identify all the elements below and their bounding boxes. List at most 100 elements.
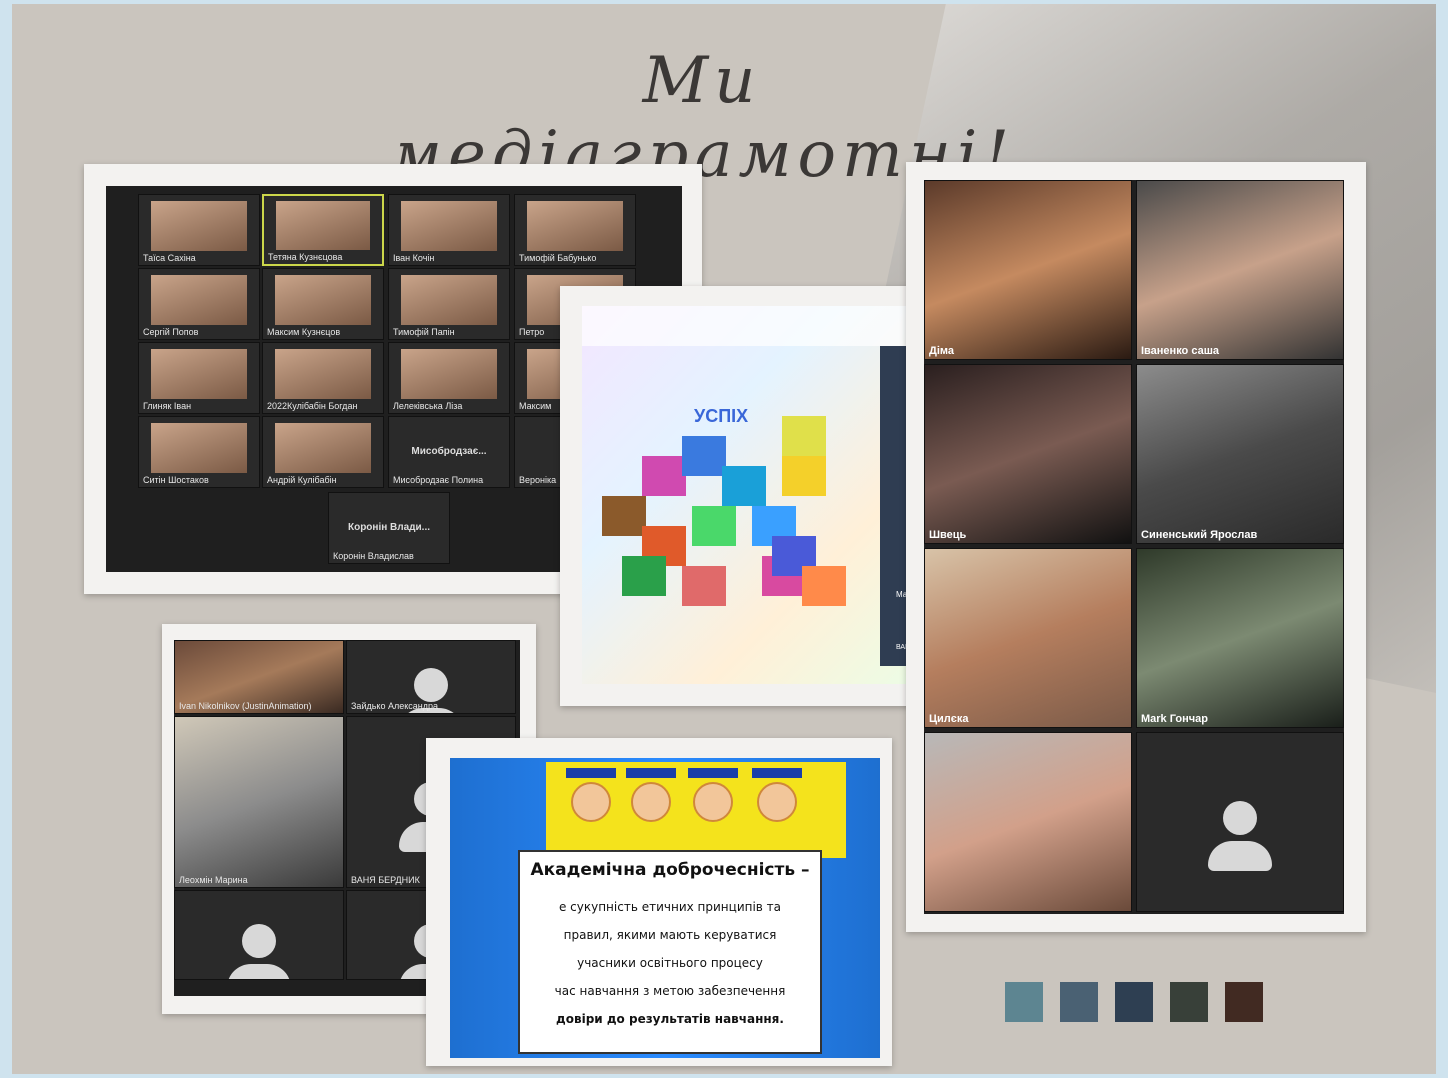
participant-video [401, 200, 497, 251]
right-video-card: Діма Іваненко саша Швець Синенський Ярослав… [906, 162, 1366, 932]
video-tile [1136, 732, 1344, 912]
video-tile: Мисобродзає... Мисобродзає Полина [388, 416, 510, 488]
avatar-placeholder-icon [227, 924, 291, 979]
tile-name-center: Мисобродзає... [411, 446, 487, 458]
word-cube [682, 436, 726, 476]
participant-name: Синенський Ярослав [1141, 529, 1258, 541]
participant-video [151, 422, 247, 473]
participant-name: Ivan Nikolnikov (JustinAnimation) [179, 701, 312, 711]
video-tile: Леохмін Марина [174, 716, 344, 888]
participant-name: Сергій Попов [143, 327, 199, 337]
palette-swatch [1060, 982, 1098, 1022]
participant-video [275, 422, 371, 473]
palette-swatch [1170, 982, 1208, 1022]
participant-name: Ситін Шостаков [143, 475, 209, 485]
participant-name: Тетяна Кузнєцова [268, 252, 343, 262]
video-tile: Тимофій Бабунько [514, 194, 636, 266]
word-cube [692, 506, 736, 546]
participant-name: Леохмін Марина [179, 875, 248, 885]
participant-video [401, 348, 497, 399]
participant-video [925, 181, 1131, 359]
video-tile: Тимофій Папін [388, 268, 510, 340]
video-tile: Лелеківська Ліза [388, 342, 510, 414]
video-tile: Цилєка [924, 548, 1132, 728]
participant-name: Максим Кузнєцов [267, 327, 341, 337]
palette-swatch [1005, 982, 1043, 1022]
video-tile: Діма [924, 180, 1132, 360]
video-tile: Ivan Nikolnikov (JustinAnimation) [174, 640, 344, 714]
participant-name: Зайдько Александра [351, 701, 438, 711]
graduate-figure [626, 768, 676, 838]
participant-video [1137, 549, 1343, 727]
participant-video [275, 348, 371, 399]
video-tile [924, 732, 1132, 912]
poster-line-5: довіри до результатів навчання. [556, 1012, 784, 1026]
word-cube [642, 456, 686, 496]
word-cube [602, 496, 646, 536]
word-cube [782, 456, 826, 496]
participant-video [527, 200, 623, 251]
video-tile: Синенський Ярослав [1136, 364, 1344, 544]
video-tile [174, 890, 344, 980]
video-tile: 2022Кулібабін Богдан [262, 342, 384, 414]
poster-heading: Академічна доброчесність – [530, 860, 810, 880]
video-tile: Швець [924, 364, 1132, 544]
poster-line-2: правил, якими мають керуватися [563, 928, 777, 942]
palette-swatch [1225, 982, 1263, 1022]
video-tile: Сергій Попов [138, 268, 260, 340]
poster-line-4: час навчання з метою забезпечення [554, 984, 786, 998]
video-tile: Іван Кочін [388, 194, 510, 266]
poster-textbox: Академічна доброчесність – е сукупність … [518, 850, 822, 1054]
video-tile: Тетяна Кузнєцова [262, 194, 384, 266]
participant-name: Глиняк Іван [143, 401, 192, 411]
video-tile: Глиняк Іван [138, 342, 260, 414]
poster-card: Академічна доброчесність – е сукупність … [426, 738, 892, 1066]
video-tile: Андрій Кулібабін [262, 416, 384, 488]
poster-line-1: е сукупність етичних принципів та [558, 900, 782, 914]
video-tile: Ситін Шостаков [138, 416, 260, 488]
video-tile: Таїса Сахіна [138, 194, 260, 266]
participant-name: Швець [929, 529, 967, 541]
graduate-figure [566, 768, 616, 838]
participant-name: Діма [929, 345, 955, 357]
participant-name: Коронін Владислав [333, 551, 414, 561]
participant-name: Мисобродзає Полина [393, 475, 484, 485]
participant-name: Таїса Сахіна [143, 253, 196, 263]
graduate-figure [752, 768, 802, 838]
participant-video [151, 200, 247, 251]
participant-video [275, 274, 371, 325]
board-toolbar [582, 306, 958, 346]
participant-video [925, 733, 1131, 911]
video-tile: Іваненко саша [1136, 180, 1344, 360]
video-tile: Зайдько Александра [346, 640, 516, 714]
video-tile: Mark Гончар [1136, 548, 1344, 728]
participant-name: Тимофій Папін [393, 327, 455, 337]
word-cube [782, 416, 826, 456]
video-tile: Максим Кузнєцов [262, 268, 384, 340]
participant-name: Андрій Кулібабін [267, 475, 337, 485]
participant-video [275, 201, 371, 251]
participant-video [151, 274, 247, 325]
participant-video [1137, 181, 1343, 359]
participant-name: Тимофій Бабунько [519, 253, 597, 263]
success-word: УСПІХ [694, 406, 749, 426]
palette-swatch [1115, 982, 1153, 1022]
collage-board: Ми медіаграмотні! Таїса Сахіна Тетяна Куз… [12, 4, 1436, 1074]
participant-video [175, 717, 343, 887]
word-cube [622, 556, 666, 596]
tile-name-center: Коронін Влади... [347, 522, 431, 534]
word-cube [682, 566, 726, 606]
participant-video [151, 348, 247, 399]
participant-video [401, 274, 497, 325]
participant-video [925, 365, 1131, 543]
poster-line-3: учасники освітнього процесу [577, 956, 763, 970]
word-cube [802, 566, 846, 606]
participant-name: Mark Гончар [1141, 713, 1209, 725]
participant-name: Іваненко саша [1141, 345, 1219, 357]
word-cube [722, 466, 766, 506]
participant-video [1137, 365, 1343, 543]
lesson-board: УСПІХ Маргуль Ал ВАНЯ ЛОСТИК [582, 306, 958, 684]
participant-video [925, 549, 1131, 727]
participant-name: Цилєка [929, 713, 969, 725]
participant-name: Іван Кочін [393, 253, 435, 263]
